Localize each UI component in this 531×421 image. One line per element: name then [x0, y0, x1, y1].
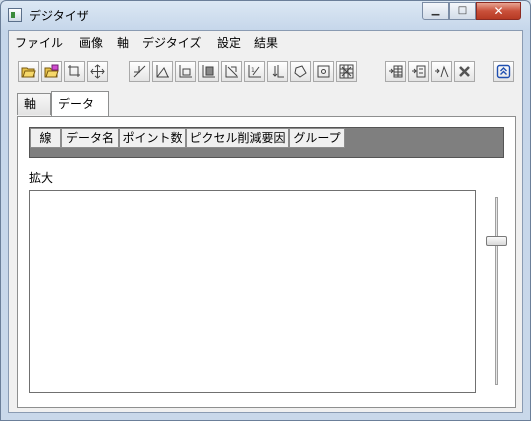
menu-file[interactable]: ファイル — [15, 34, 63, 51]
menu-axis[interactable]: 軸 — [117, 34, 129, 51]
grid-erase-icon[interactable] — [336, 61, 357, 82]
window-title: デジタイザ — [29, 9, 89, 23]
title-bar[interactable]: デジタイザ ▁ □ ✕ — [1, 1, 530, 29]
zoom-slider-track[interactable] — [495, 197, 498, 385]
axis-triangle-icon[interactable] — [152, 61, 173, 82]
insert-table-icon[interactable] — [385, 61, 406, 82]
toolbar: 1 — [9, 55, 522, 89]
column-header-data-name[interactable]: データ名 — [61, 128, 119, 148]
column-header-group[interactable]: グループ — [289, 128, 345, 148]
menu-settings[interactable]: 設定 — [217, 34, 241, 51]
axis-bar-down-icon[interactable] — [198, 61, 219, 82]
menu-image[interactable]: 画像 — [79, 34, 103, 51]
move-icon[interactable] — [87, 61, 108, 82]
axis-fraction-icon[interactable]: 1 — [244, 61, 265, 82]
crop-icon[interactable] — [64, 61, 85, 82]
axis-log-icon[interactable] — [267, 61, 288, 82]
tab-data[interactable]: データ — [51, 91, 109, 116]
data-tab-panel: 線 データ名 ポイント数 ピクセル削減要因 グループ 拡大 — [17, 116, 516, 408]
series-table: 線 データ名 ポイント数 ピクセル削減要因 グループ — [29, 127, 504, 158]
insert-list-icon[interactable] — [408, 61, 429, 82]
collapse-icon[interactable] — [493, 61, 514, 82]
minimize-button[interactable]: ▁ — [422, 2, 449, 20]
axis-bar-up-icon[interactable] — [221, 61, 242, 82]
column-header-pixel-reduction[interactable]: ピクセル削減要因 — [186, 128, 289, 148]
menu-digitize[interactable]: デジタイズ — [142, 34, 201, 51]
rotate-icon[interactable] — [290, 61, 311, 82]
menu-results[interactable]: 結果 — [254, 34, 278, 51]
point-select-icon[interactable] — [313, 61, 334, 82]
column-header-point-count[interactable]: ポイント数 — [119, 128, 186, 148]
insert-axis-icon[interactable] — [431, 61, 452, 82]
axis-bar-icon[interactable] — [175, 61, 196, 82]
axis-diagonal-icon[interactable] — [129, 61, 150, 82]
delete-icon[interactable] — [454, 61, 475, 82]
menu-bar: ファイル 画像 軸 デジタイズ 設定 結果 — [9, 31, 522, 51]
close-button[interactable]: ✕ — [476, 2, 521, 20]
zoom-label: 拡大 — [29, 171, 54, 185]
open-image-icon[interactable] — [41, 61, 62, 82]
app-icon — [8, 8, 22, 22]
maximize-button[interactable]: □ — [449, 2, 476, 20]
open-folder-icon[interactable] — [18, 61, 39, 82]
svg-text:1: 1 — [251, 67, 255, 74]
zoom-view[interactable] — [29, 190, 476, 393]
column-header-line[interactable]: 線 — [30, 128, 61, 148]
app-window: デジタイザ ▁ □ ✕ ファイル 画像 軸 デジタイズ 設定 結果 1 軸 デー… — [0, 0, 531, 421]
client-area: ファイル 画像 軸 デジタイズ 設定 結果 1 軸 データ 線 データ名 ポイン… — [8, 30, 523, 413]
zoom-slider-thumb[interactable] — [486, 236, 507, 246]
tab-axis1[interactable]: 軸 1 — [17, 93, 51, 131]
